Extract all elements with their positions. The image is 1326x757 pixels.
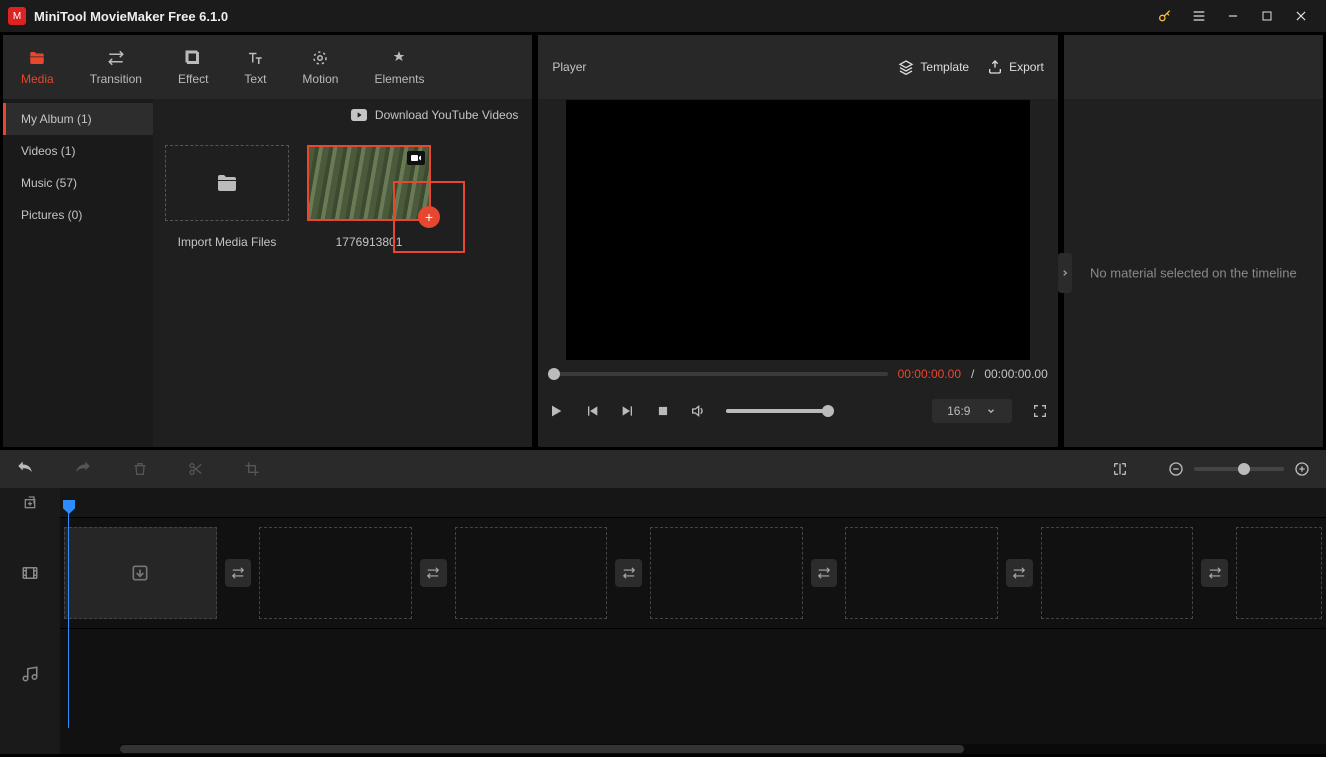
audio-track-icon (0, 628, 60, 720)
clip-slot[interactable] (455, 527, 608, 619)
preview-viewport[interactable] (566, 100, 1030, 360)
title-bar: M MiniTool MovieMaker Free 6.1.0 (0, 0, 1326, 32)
crop-button[interactable] (244, 461, 260, 477)
zoom-out-button[interactable] (1168, 461, 1184, 477)
timeline (0, 488, 1326, 754)
audio-track[interactable] (60, 628, 1326, 720)
redo-button[interactable] (74, 460, 92, 478)
clip-slot[interactable] (1236, 527, 1322, 619)
folder-icon (28, 48, 46, 68)
clip-slot[interactable] (64, 527, 217, 619)
play-button[interactable] (548, 403, 564, 419)
fullscreen-button[interactable] (1032, 403, 1048, 419)
close-button[interactable] (1284, 0, 1318, 32)
stop-button[interactable] (656, 404, 670, 418)
sidebar-videos[interactable]: Videos (1) (3, 135, 153, 167)
seek-bar[interactable] (548, 372, 887, 376)
split-button[interactable] (188, 461, 204, 477)
clip-slot[interactable] (259, 527, 412, 619)
delete-button[interactable] (132, 461, 148, 477)
transition-slot[interactable] (1006, 559, 1033, 587)
export-button[interactable]: Export (987, 59, 1044, 75)
template-icon (898, 59, 914, 75)
tab-transition[interactable]: Transition (72, 35, 160, 99)
chevron-down-icon (986, 406, 996, 416)
elements-icon (390, 48, 408, 68)
timeline-ruler[interactable] (60, 488, 1326, 518)
clip-slot[interactable] (1041, 527, 1194, 619)
transition-icon (107, 48, 125, 68)
timeline-tools (0, 450, 1326, 488)
video-badge-icon (407, 151, 425, 165)
app-title: MiniTool MovieMaker Free 6.1.0 (34, 9, 1148, 24)
motion-icon (311, 48, 329, 68)
transition-slot[interactable] (811, 559, 838, 587)
download-youtube-link[interactable]: Download YouTube Videos (153, 99, 532, 131)
tab-effect[interactable]: Effect (160, 35, 226, 99)
transition-slot[interactable] (420, 559, 447, 587)
fit-button[interactable] (1112, 461, 1128, 477)
zoom-slider[interactable] (1194, 467, 1284, 471)
menu-icon[interactable] (1182, 0, 1216, 32)
video-track-icon (0, 518, 60, 628)
youtube-icon (351, 109, 367, 121)
media-panel: Media Transition Effect Text Motion Elem… (3, 35, 532, 447)
zoom-in-button[interactable] (1294, 461, 1310, 477)
volume-icon[interactable] (690, 403, 706, 419)
plus-icon: + (418, 206, 440, 228)
tab-motion[interactable]: Motion (284, 35, 356, 99)
maximize-button[interactable] (1250, 0, 1284, 32)
volume-slider[interactable] (726, 409, 826, 413)
tab-text[interactable]: Text (226, 35, 284, 99)
transition-slot[interactable] (615, 559, 642, 587)
import-media-tile[interactable]: Import Media Files (165, 145, 289, 249)
import-dropzone[interactable] (165, 145, 289, 221)
sidebar-my-album[interactable]: My Album (1) (3, 103, 153, 135)
tab-elements[interactable]: Elements (356, 35, 442, 99)
preview-area (538, 99, 1057, 361)
key-icon[interactable] (1148, 0, 1182, 32)
sidebar-music[interactable]: Music (57) (3, 167, 153, 199)
add-track-button[interactable] (0, 488, 60, 518)
player-label: Player (552, 60, 880, 74)
tab-media[interactable]: Media (3, 35, 72, 99)
no-selection-message: No material selected on the timeline (1064, 266, 1323, 281)
properties-panel: No material selected on the timeline (1064, 35, 1323, 447)
text-icon (246, 48, 264, 68)
effect-icon (184, 48, 202, 68)
playhead[interactable] (68, 508, 69, 728)
template-button[interactable]: Template (898, 59, 969, 75)
player-panel: Player Template Export 00:00:00.00 / 00:… (538, 35, 1057, 447)
clip-slot[interactable] (845, 527, 998, 619)
current-time: 00:00:00.00 (898, 367, 961, 381)
minimize-button[interactable] (1216, 0, 1250, 32)
media-sidebar: My Album (1) Videos (1) Music (57) Pictu… (3, 99, 153, 447)
next-frame-button[interactable] (620, 403, 636, 419)
video-track[interactable] (60, 518, 1326, 628)
clip-slot[interactable] (650, 527, 803, 619)
main-tabs: Media Transition Effect Text Motion Elem… (3, 35, 532, 99)
export-icon (987, 59, 1003, 75)
aspect-ratio-select[interactable]: 16:9 (932, 399, 1012, 423)
timeline-scrollbar[interactable] (120, 744, 1326, 754)
transition-slot[interactable] (225, 559, 252, 587)
import-label: Import Media Files (178, 235, 277, 249)
add-to-timeline-overlay[interactable]: + (393, 181, 465, 253)
transition-slot[interactable] (1201, 559, 1228, 587)
undo-button[interactable] (16, 460, 34, 478)
app-logo-icon: M (8, 7, 26, 25)
prev-frame-button[interactable] (584, 403, 600, 419)
total-duration: 00:00:00.00 (984, 367, 1047, 381)
sidebar-pictures[interactable]: Pictures (0) (3, 199, 153, 231)
media-clip-1[interactable]: 1776913801 + (307, 145, 431, 249)
